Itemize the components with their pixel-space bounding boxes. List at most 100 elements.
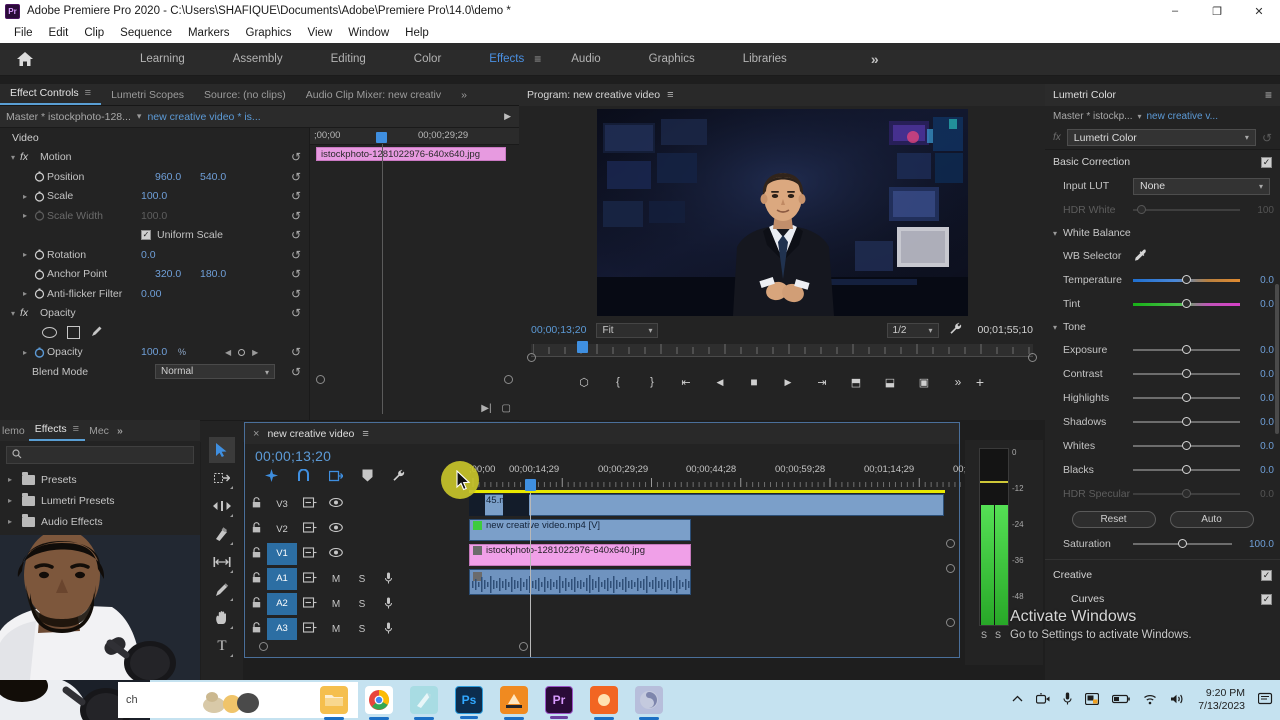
effect-group-motion[interactable]: ▾ fx Motion ↺ — [0, 148, 309, 168]
rectangle-mask-icon[interactable] — [67, 326, 80, 340]
white-balance-header[interactable]: ▾ White Balance — [1045, 222, 1280, 244]
workspace-tab-graphics[interactable]: Graphics — [625, 48, 719, 70]
track-name-v3[interactable]: V3 — [267, 499, 297, 510]
ripple-edit-tool[interactable] — [209, 493, 235, 519]
tab-effect-controls-burger-icon[interactable]: ≡ — [85, 87, 91, 99]
param-scale[interactable]: ▸ Scale 100.0 ↺ — [0, 187, 309, 207]
uniform-scale-checkbox[interactable]: ✓ — [141, 230, 151, 241]
tab-effect-controls[interactable]: Effect Controls ≡ — [0, 84, 102, 105]
linked-selection-icon[interactable] — [328, 470, 344, 485]
eye-icon[interactable] — [323, 497, 349, 510]
program-monitor-video[interactable] — [596, 108, 968, 316]
close-button[interactable]: ✕ — [1238, 0, 1280, 22]
lock-icon[interactable] — [245, 622, 267, 636]
lock-icon[interactable] — [245, 522, 267, 536]
minimize-button[interactable]: – — [1154, 0, 1196, 22]
timeline-hscroll-right[interactable] — [519, 642, 528, 651]
tint-slider[interactable] — [1133, 297, 1240, 311]
chevron-right-icon[interactable]: ▸ — [18, 289, 32, 298]
effect-controls-more-icon[interactable]: » — [451, 86, 477, 105]
ec-zoom-handle-right[interactable] — [504, 375, 513, 384]
sync-lock-icon[interactable] — [297, 572, 323, 586]
program-monitor-burger-icon[interactable]: ≡ — [667, 89, 673, 101]
solo-button[interactable]: S — [349, 574, 375, 585]
effects-item-audio-effects[interactable]: ▸ Audio Effects — [0, 511, 200, 532]
effect-controls-playhead-knob[interactable] — [376, 132, 387, 143]
volume-icon[interactable] — [1170, 693, 1185, 708]
reset-icon[interactable]: ↺ — [291, 150, 301, 164]
mute-button[interactable]: M — [323, 599, 349, 610]
chevron-right-icon[interactable]: ▸ — [18, 192, 32, 201]
menu-help[interactable]: Help — [397, 25, 437, 41]
nest-sequence-icon[interactable] — [265, 469, 278, 485]
step-back-button[interactable]: ◀ — [712, 374, 728, 390]
pen-mask-icon[interactable] — [90, 324, 104, 341]
timeline-playhead-knob[interactable] — [525, 479, 536, 491]
audio-meter-solo-left[interactable]: S — [981, 630, 987, 640]
menu-clip[interactable]: Clip — [76, 25, 112, 41]
saturation-value[interactable]: 100.0 — [1236, 539, 1280, 550]
creative-checkbox[interactable]: ✓ — [1261, 569, 1272, 581]
menu-sequence[interactable]: Sequence — [112, 25, 180, 41]
premiere-pro-icon[interactable]: Pr — [545, 686, 573, 719]
stopwatch-icon[interactable] — [32, 286, 47, 301]
timeline-sequence-name[interactable]: new creative video — [267, 428, 354, 440]
chevron-down-icon[interactable]: ▾ — [1137, 112, 1141, 121]
reset-icon[interactable]: ↺ — [291, 267, 301, 281]
next-keyframe-icon[interactable]: ▶ — [252, 348, 258, 357]
blend-mode-select[interactable]: Normal ▾ — [155, 364, 275, 380]
scrubber-handle-left[interactable] — [527, 353, 536, 362]
type-tool[interactable]: T — [209, 633, 235, 659]
lock-icon[interactable] — [245, 547, 267, 561]
audio-meter-solo-right[interactable]: S — [995, 630, 1001, 640]
play-stop-button[interactable]: ■ — [746, 374, 762, 390]
param-scale-value[interactable]: 100.0 — [141, 190, 167, 202]
track-select-forward-tool[interactable] — [209, 465, 235, 491]
mute-button[interactable]: M — [323, 624, 349, 635]
mic-icon[interactable] — [375, 572, 401, 587]
shadows-slider[interactable] — [1133, 415, 1240, 429]
notification-icon[interactable] — [1257, 692, 1274, 709]
track-name-v1[interactable]: V1 — [267, 543, 297, 565]
eyedropper-icon[interactable] — [1133, 249, 1149, 263]
param-anchor-point[interactable]: Anchor Point 320.0 180.0 ↺ — [0, 265, 309, 285]
chevron-right-icon[interactable]: ▸ — [8, 475, 16, 484]
tab-project-demo[interactable]: lemo — [0, 422, 29, 441]
menu-graphics[interactable]: Graphics — [238, 25, 300, 41]
chevron-right-icon[interactable]: ▸ — [18, 250, 32, 259]
timeline-clip-audio[interactable] — [469, 569, 691, 595]
chevron-down-icon[interactable]: ▾ — [6, 153, 20, 162]
tab-media-browser[interactable]: Mec — [85, 422, 113, 441]
ec-play-icon[interactable]: ▶| — [481, 403, 491, 414]
timeline-burger-icon[interactable]: ≡ — [362, 428, 368, 440]
workspace-tab-learning[interactable]: Learning — [116, 48, 209, 70]
scrubber-handle-right[interactable] — [1028, 353, 1037, 362]
menu-edit[interactable]: Edit — [41, 25, 77, 41]
tab-audio-clip-mixer[interactable]: Audio Clip Mixer: new creativ — [296, 86, 451, 105]
add-marker-icon[interactable] — [362, 469, 373, 485]
param-position-x[interactable]: 960.0 — [155, 171, 181, 183]
whites-slider[interactable] — [1133, 439, 1240, 453]
filmora-icon[interactable] — [500, 686, 528, 720]
chevron-up-icon[interactable] — [1012, 694, 1023, 706]
effect-group-opacity[interactable]: ▾ fx Opacity ↺ — [0, 304, 309, 324]
slip-tool[interactable] — [209, 549, 235, 575]
program-monitor-scrubber[interactable] — [519, 341, 1045, 366]
lumetri-burger-icon[interactable]: ≡ — [1265, 88, 1272, 102]
timeline-zoom-handle-3[interactable] — [946, 618, 955, 627]
mark-out-button[interactable]: } — [644, 374, 660, 390]
sync-lock-icon[interactable] — [297, 497, 323, 511]
razor-tool[interactable] — [209, 521, 235, 547]
snap-toggle-icon[interactable] — [297, 468, 310, 485]
reset-icon[interactable]: ↺ — [291, 170, 301, 184]
file-explorer-icon[interactable] — [320, 686, 348, 720]
selection-tool[interactable] — [209, 437, 235, 463]
chevron-right-icon[interactable]: ▸ — [8, 496, 16, 505]
photoshop-icon[interactable]: Ps — [455, 686, 483, 719]
timeline-zoom-handle-1[interactable] — [946, 539, 955, 548]
timeline-clip-area[interactable]: 45.mp4 new creative video.mp4 [V] istock… — [445, 492, 959, 657]
timeline-clip-new-creative-video[interactable]: new creative video.mp4 [V] — [469, 519, 691, 541]
settings-wrench-icon[interactable] — [949, 322, 962, 338]
ppt-icon[interactable] — [1085, 692, 1100, 708]
track-header-a1[interactable]: A1 M S — [245, 567, 440, 591]
